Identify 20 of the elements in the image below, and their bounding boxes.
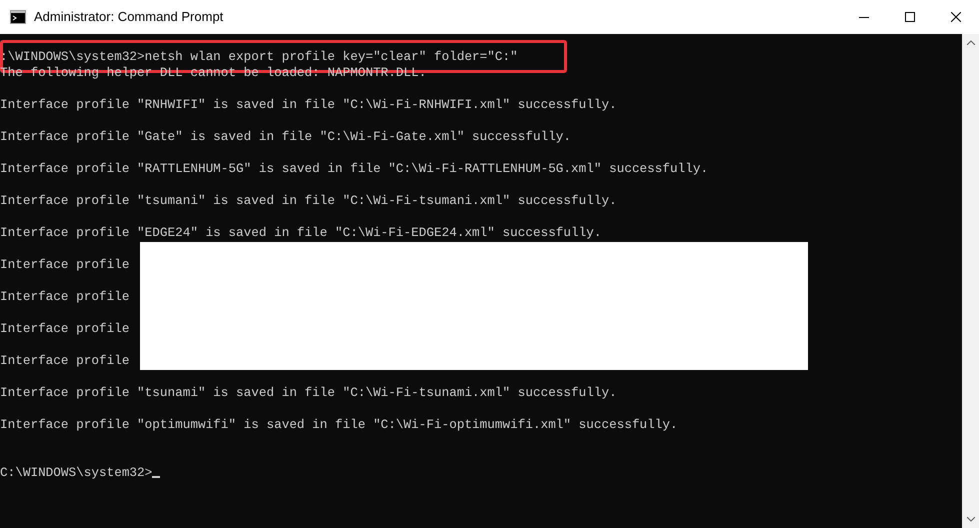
console-line: Interface profile "Gate" is saved in file "C:\Wi-Fi-Gate.xml" successfully. [0, 129, 572, 144]
scroll-down-icon[interactable] [966, 517, 974, 522]
console-line: :\WINDOWS\system32>netsh wlan export profile key="clear" folder="C:" [0, 49, 518, 64]
console-line: Interface profile [0, 289, 130, 304]
console-line: Interface profile "EDGE24" is saved in file "C:\Wi-Fi-EDGE24.xml" successfully. [0, 225, 602, 240]
scroll-up-icon[interactable] [966, 40, 974, 45]
console-line: Interface profile [0, 257, 130, 272]
console-line: Interface profile "RNHWIFI" is saved in file "C:\Wi-Fi-RNHWIFI.xml" successfully. [0, 97, 617, 112]
console-line: Interface profile [0, 353, 130, 368]
console-line: Interface profile [0, 321, 130, 336]
console-line: Interface profile "tsumani" is saved in file "C:\Wi-Fi-tsumani.xml" successfully. [0, 193, 617, 208]
console-line: Interface profile "optimumwifi" is saved in file "C:\Wi-Fi-optimumwifi.xml" successfully. [0, 417, 678, 432]
close-icon [951, 12, 961, 22]
window-title: Administrator: Command Prompt [34, 8, 224, 26]
console-line: Interface profile "RATTLENHUM-5G" is saved in file "C:\Wi-Fi-RATTLENHUM-5G.xml" successfully. [0, 161, 708, 176]
console-icon [10, 10, 26, 24]
maximize-icon [905, 12, 915, 22]
console-line: C:\WINDOWS\system32> [0, 465, 152, 480]
console-line: Interface profile "tsunami" is saved in file "C:\Wi-Fi-tsunami.xml" successfully. [0, 385, 617, 400]
minimize-icon [859, 16, 869, 18]
